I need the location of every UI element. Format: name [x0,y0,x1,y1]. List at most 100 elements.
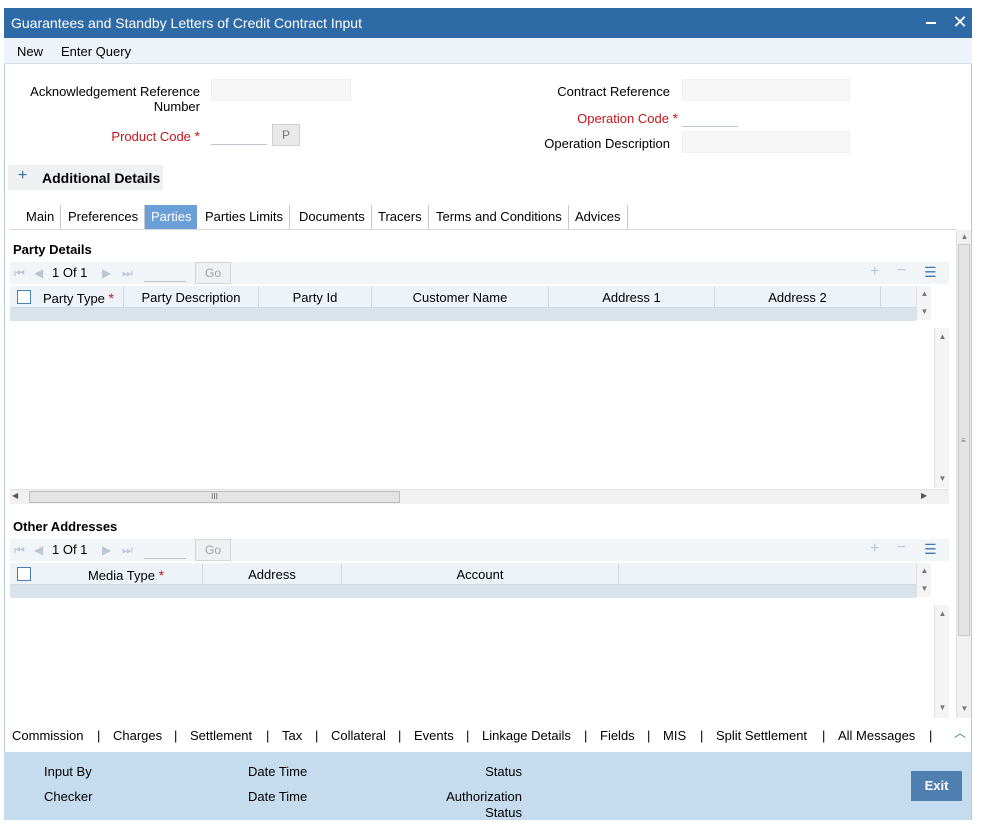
link-mis[interactable]: MIS [663,728,686,743]
next-page-icon[interactable]: ▶ [102,543,111,557]
party-horizontal-scrollbar[interactable]: ◀ III ▶ [10,489,949,504]
scroll-up-icon[interactable]: ▲ [957,232,972,241]
col-media-type: Media Type * [87,567,165,583]
first-page-icon[interactable]: ⏮ [14,543,25,558]
contract-ref-label: Contract Reference [557,84,670,99]
next-page-icon[interactable]: ▶ [102,266,111,280]
delete-row-icon[interactable]: − [897,262,906,280]
link-fields[interactable]: Fields [600,728,635,743]
hscroll-thumb[interactable]: III [29,491,400,503]
tab-documents[interactable]: Documents [293,205,372,229]
link-collateral[interactable]: Collateral [331,728,386,743]
status-label: Status [485,764,522,779]
tab-terms-and-conditions[interactable]: Terms and Conditions [430,205,569,229]
scroll-up-icon[interactable]: ▲ [917,566,932,575]
address-body-scrollbar[interactable]: ▲ ▼ [934,605,949,718]
product-lov-button[interactable]: P [272,124,300,146]
go-button[interactable]: Go [195,539,231,561]
link-settlement[interactable]: Settlement [190,728,252,743]
link-separator: | [647,728,651,743]
menu-new[interactable]: New [17,44,43,59]
link-all-messages[interactable]: All Messages [838,728,915,743]
add-row-icon[interactable]: + [870,540,879,558]
col-party-description: Party Description [141,290,241,305]
last-page-icon[interactable]: ⏭ [122,266,133,281]
contract-ref-input[interactable] [682,79,850,101]
add-row-icon[interactable]: + [870,263,879,281]
scroll-up-icon[interactable]: ▲ [917,289,932,298]
menu-enter-query[interactable]: Enter Query [61,44,131,59]
bottom-links-bar: Commission | Charges | Settlement | Tax … [8,724,966,748]
ack-ref-label: Acknowledgement Reference Number [30,84,200,114]
additional-details-label: Additional Details [42,170,161,186]
tab-parties-limits[interactable]: Parties Limits [199,205,291,229]
tab-preferences[interactable]: Preferences [62,205,146,229]
link-charges[interactable]: Charges [113,728,162,743]
address-table-row[interactable] [10,585,916,598]
col-party-id: Party Id [292,290,338,305]
scroll-up-icon[interactable]: ▲ [935,332,950,341]
close-button[interactable]: ✕ [950,12,970,32]
checker-date-time-label: Date Time [248,789,308,804]
window-left-border [4,64,5,820]
party-body-scrollbar[interactable]: ▲ ▼ [934,328,949,488]
link-separator: | [700,728,704,743]
scroll-right-icon[interactable]: ▶ [921,491,927,500]
address-header-scrollbar[interactable]: ▲ ▼ [916,563,931,597]
tab-main[interactable]: Main [20,205,62,229]
other-addresses-nav: ⏮ ◀ 1 Of 1 ▶ ⏭ Go + − ☰ [10,539,949,561]
operation-desc-input[interactable] [682,131,850,153]
other-addresses-title: Other Addresses [13,519,118,534]
scroll-down-icon[interactable]: ▼ [917,307,932,316]
additional-details-toggle[interactable]: + Additional Details [8,165,163,190]
ack-ref-input[interactable] [211,79,351,101]
link-separator: | [822,728,826,743]
tab-underline [10,229,956,230]
link-tax[interactable]: Tax [282,728,302,743]
collapse-up-icon[interactable]: ︿ [954,724,966,741]
scroll-down-icon[interactable]: ▼ [935,474,950,483]
link-separator: | [398,728,402,743]
party-details-title: Party Details [13,242,92,257]
link-separator: | [97,728,101,743]
scroll-down-icon[interactable]: ▼ [957,704,972,713]
select-all-checkbox[interactable] [17,567,31,581]
prev-page-icon[interactable]: ◀ [34,543,43,557]
link-separator: | [584,728,588,743]
prev-page-icon[interactable]: ◀ [34,266,43,280]
go-button[interactable]: Go [195,262,231,284]
scroll-down-icon[interactable]: ▼ [917,584,932,593]
page-number-input[interactable] [144,541,186,559]
tab-advices[interactable]: Advices [569,205,628,229]
select-all-checkbox[interactable] [17,290,31,304]
minimize-button[interactable] [922,12,942,32]
first-page-icon[interactable]: ⏮ [14,266,25,281]
col-party-type: Party Type * [43,290,114,306]
operation-code-input[interactable] [682,107,738,127]
link-linkage-details[interactable]: Linkage Details [482,728,571,743]
exit-button[interactable]: Exit [911,771,962,801]
tab-parties[interactable]: Parties [145,205,198,229]
list-view-icon[interactable]: ☰ [924,541,937,558]
last-page-icon[interactable]: ⏭ [122,543,133,558]
link-events[interactable]: Events [414,728,454,743]
delete-row-icon[interactable]: − [897,539,906,557]
required-mark: * [194,128,200,144]
link-split-settlement[interactable]: Split Settlement [716,728,807,743]
page-info: 1 Of 1 [52,265,88,280]
col-address-1: Address 1 [602,290,661,305]
scroll-down-icon[interactable]: ▼ [935,703,950,712]
tab-tracers[interactable]: Tracers [372,205,429,229]
product-code-input[interactable] [211,125,267,145]
party-header-scrollbar[interactable]: ▲ ▼ [916,286,931,320]
link-separator: | [266,728,270,743]
page-vertical-scrollbar[interactable]: ▲ ≡ ▼ [956,230,971,718]
party-table-header: Party Type * Party Description Party Id … [10,286,916,308]
page-number-input[interactable] [144,264,186,282]
col-address-2: Address 2 [768,290,827,305]
scroll-left-icon[interactable]: ◀ [12,491,18,500]
party-table-row[interactable] [10,308,916,321]
list-view-icon[interactable]: ☰ [924,264,937,281]
link-commission[interactable]: Commission [12,728,84,743]
scroll-up-icon[interactable]: ▲ [935,609,950,618]
